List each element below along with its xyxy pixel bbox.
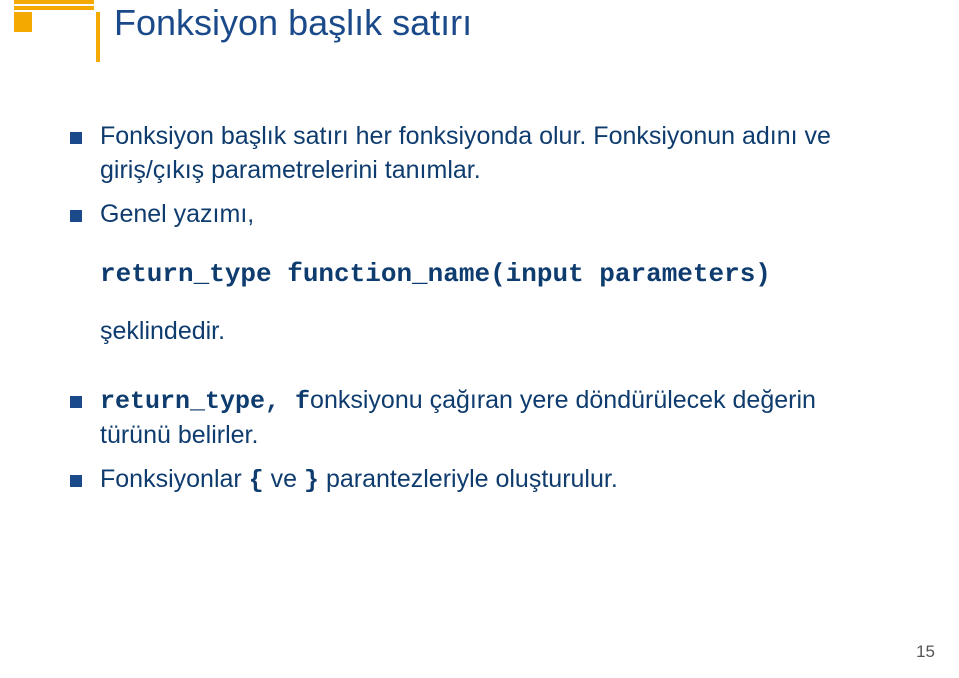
bullet-text: return_type, fonksiyonu çağıran yere dön… — [100, 384, 890, 453]
ornament-vertical — [96, 12, 100, 62]
text-frag: ve — [264, 465, 304, 493]
bullet-item-1: Fonksiyon başlık satırı her fonksiyonda … — [70, 120, 890, 188]
ornament-line-1 — [14, 0, 94, 4]
ornament-square — [14, 12, 32, 32]
bullet-icon — [70, 396, 82, 408]
ornament-line-2 — [14, 6, 94, 10]
indent-line: şeklindedir. — [100, 317, 890, 346]
text-frag: Fonksiyonlar — [100, 465, 249, 493]
inline-code: } — [304, 466, 319, 495]
slide-title: Fonksiyon başlık satırı — [114, 2, 472, 44]
bullet-item-4: Fonksiyonlar { ve } parantezleriyle oluş… — [70, 463, 890, 498]
bullet-text: Genel yazımı, — [100, 198, 890, 232]
ornament — [14, 0, 94, 32]
slide-body: Fonksiyon başlık satırı her fonksiyonda … — [70, 120, 890, 508]
inline-code: return_type, f — [100, 387, 310, 416]
bullet-icon — [70, 475, 82, 487]
bullet-item-2: Genel yazımı, — [70, 198, 890, 232]
code-line: return_type function_name(input paramete… — [100, 259, 890, 289]
bullet-text: Fonksiyon başlık satırı her fonksiyonda … — [100, 120, 890, 188]
title-ornament-block: Fonksiyon başlık satırı — [14, 0, 94, 32]
bullet-item-3: return_type, fonksiyonu çağıran yere dön… — [70, 384, 890, 453]
bullet-icon — [70, 132, 82, 144]
bullet-text: Fonksiyonlar { ve } parantezleriyle oluş… — [100, 463, 890, 498]
bullet-icon — [70, 210, 82, 222]
text-frag: parantezleriyle oluşturulur. — [319, 465, 618, 493]
page-number: 15 — [916, 642, 935, 662]
inline-code: { — [249, 466, 264, 495]
